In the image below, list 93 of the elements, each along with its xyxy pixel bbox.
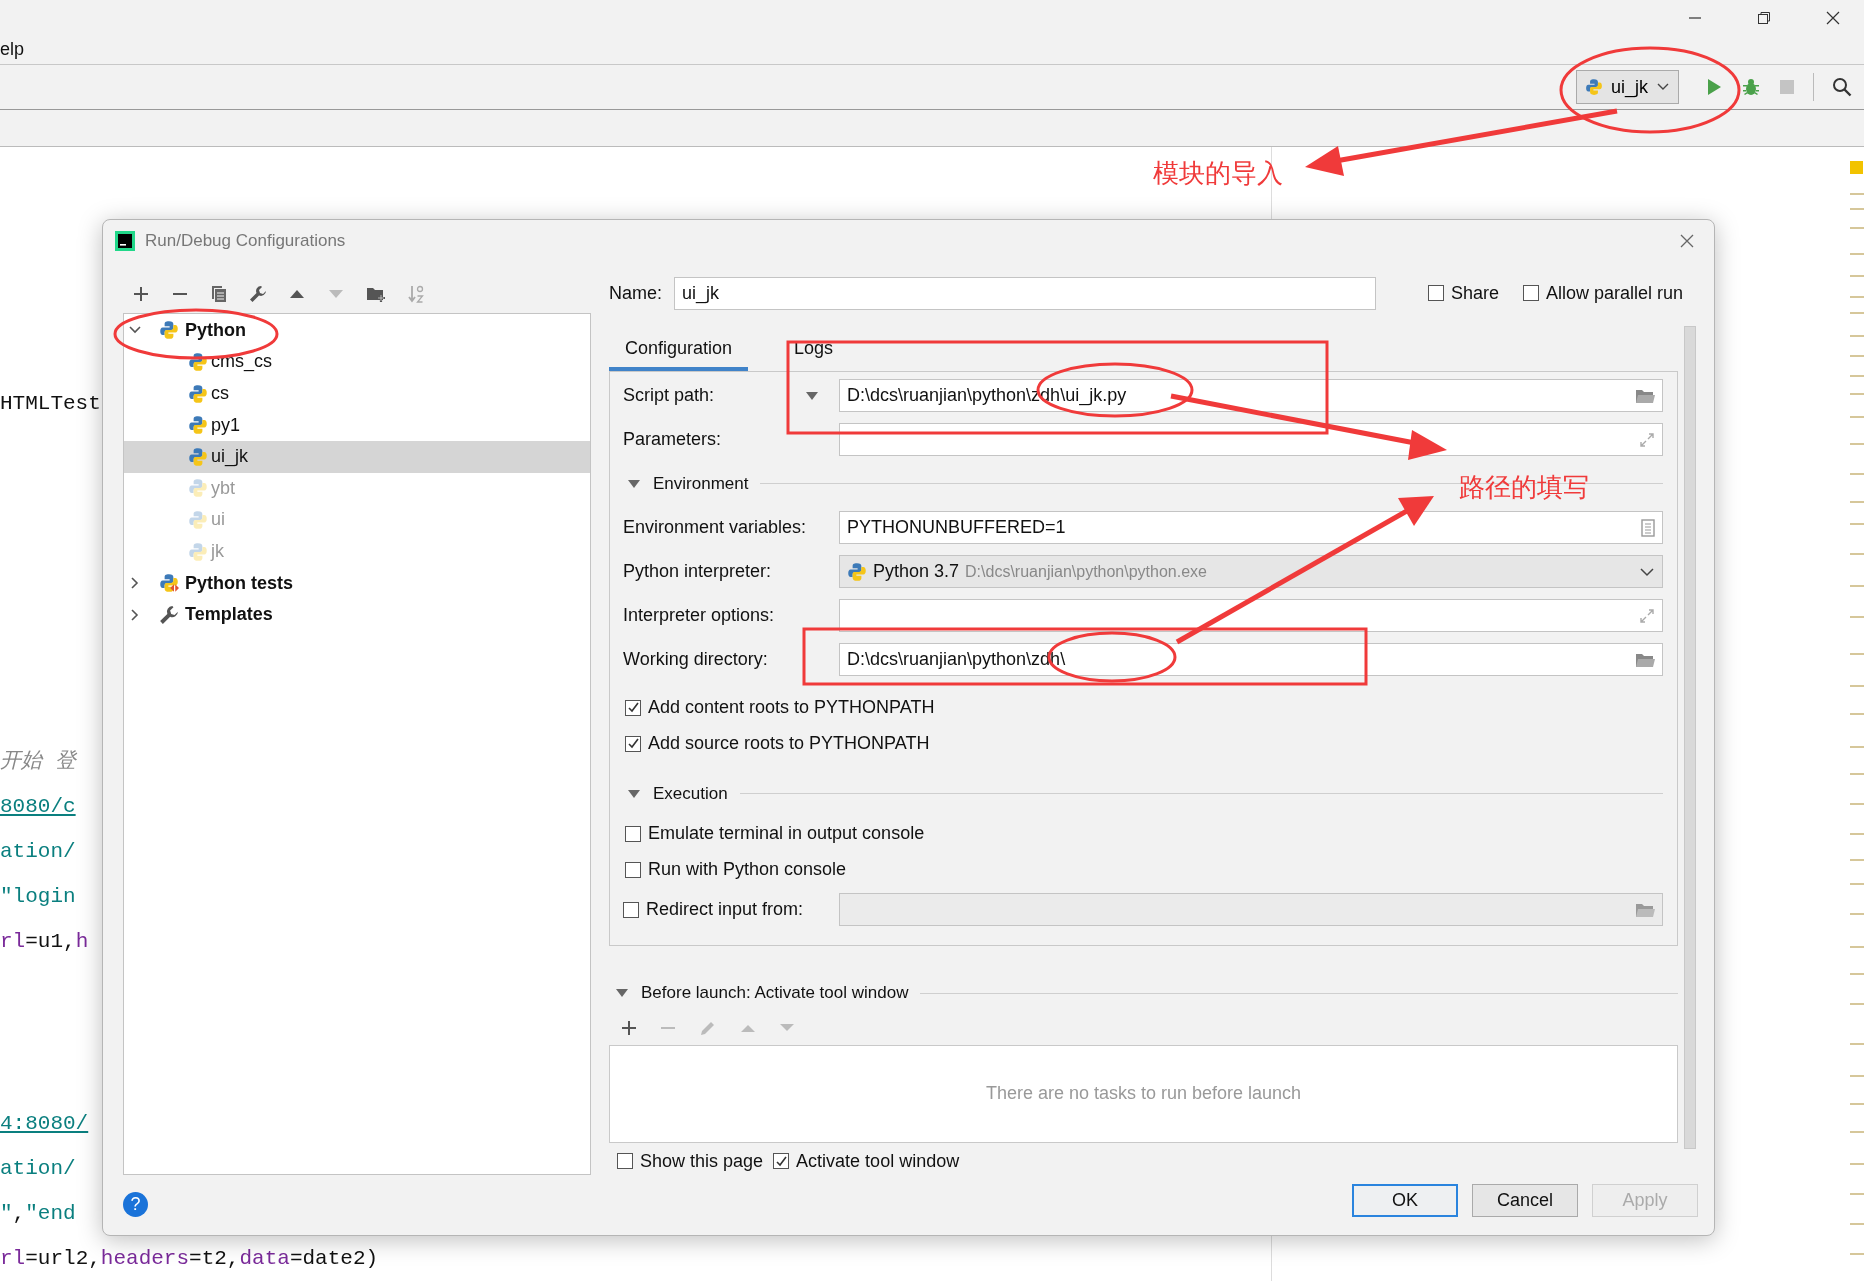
python-icon [188, 478, 208, 499]
debug-icon[interactable] [1741, 77, 1761, 97]
python-icon [847, 561, 867, 582]
python-icon [188, 383, 208, 404]
code-line: ation/ [0, 839, 76, 865]
tab[interactable]: Configuration [609, 329, 749, 371]
tree-item[interactable]: Python [124, 314, 590, 347]
tree-item[interactable]: py1 [124, 409, 590, 441]
collapse-triangle-icon[interactable] [627, 477, 641, 490]
checkbox-label: Show this page [640, 1150, 764, 1172]
close-icon[interactable] [1826, 10, 1840, 25]
copy-icon[interactable] [210, 284, 228, 303]
wrench-icon [159, 604, 179, 625]
field-label: Working directory: [623, 649, 768, 671]
annotation-text: 模块的导入 [1153, 157, 1283, 190]
checkbox[interactable] [625, 699, 641, 716]
input-field[interactable] [839, 599, 1663, 633]
menu-item[interactable]: elp [0, 39, 25, 60]
code-line: 8080/c [0, 794, 76, 820]
code-line: ″login [0, 884, 76, 910]
field-label: Environment variables: [623, 517, 807, 539]
annotation-text: 路径的填写 [1459, 471, 1589, 504]
folder-icon[interactable] [1635, 387, 1655, 404]
tree-item[interactable]: cs [124, 377, 590, 410]
folder-icon [1635, 901, 1655, 918]
dropdown-triangle-icon[interactable] [805, 390, 819, 401]
field-label: Python interpreter: [623, 561, 772, 583]
checkbox[interactable] [625, 861, 641, 878]
dialog-title: Run/Debug Configurations [145, 231, 346, 252]
checkbox[interactable] [1428, 285, 1444, 302]
scrollbar[interactable] [1684, 325, 1696, 1149]
tab[interactable]: Logs [778, 329, 850, 371]
dialog-button[interactable]: OK [1352, 1184, 1458, 1218]
checkbox-label: Share [1451, 282, 1500, 304]
input-field[interactable]: PYTHONUNBUFFERED=1 [839, 511, 1663, 545]
field-label: Parameters: [623, 429, 722, 451]
name-label: Name: [609, 282, 662, 304]
checkbox-option[interactable]: Redirect input from: [623, 899, 839, 921]
search-icon[interactable] [1832, 77, 1852, 97]
dialog-button[interactable]: Cancel [1472, 1184, 1578, 1218]
section-title: Execution [653, 783, 728, 804]
checkbox[interactable] [625, 825, 641, 842]
python-icon [188, 352, 208, 372]
code-line: ation/ [0, 1156, 76, 1182]
folder-icon[interactable] [1635, 651, 1655, 668]
python-test-icon [159, 573, 179, 594]
field-value: PYTHONUNBUFFERED=1 [847, 517, 1066, 539]
python-icon [188, 509, 208, 530]
input-field[interactable] [839, 893, 1663, 927]
close-icon[interactable] [1680, 234, 1694, 249]
python-icon [188, 446, 208, 467]
code-line: rl=url2,headers=t2,data=date2) [0, 1246, 379, 1272]
interpreter-name: Python 3.7 [873, 561, 960, 583]
add-icon[interactable] [621, 1019, 637, 1036]
empty-message: There are no tasks to run before launch [985, 1083, 1302, 1105]
section-title: Before launch: Activate tool window [641, 983, 909, 1004]
run-config-dropdown[interactable]: ui_jk [1575, 70, 1679, 104]
code-line: 4:8080/ [0, 1111, 89, 1137]
python-icon [1584, 78, 1603, 96]
code-line: rl=u1,h [0, 929, 89, 955]
collapse-triangle-icon[interactable] [627, 787, 641, 800]
field-label: Script path: [623, 385, 715, 407]
caret-icon [1656, 82, 1670, 92]
help-button[interactable]: ? [123, 1192, 148, 1218]
tree-item[interactable]: ui_jk [124, 440, 590, 473]
name-field[interactable]: ui_jk [674, 276, 1376, 310]
wrench-icon[interactable] [249, 284, 267, 303]
input-field[interactable] [839, 423, 1663, 457]
tree-item[interactable]: Python tests [124, 567, 590, 599]
checkbox[interactable] [623, 901, 639, 918]
python-icon [188, 541, 208, 562]
code-line: ″,″end [0, 1201, 76, 1227]
interpreter-path: D:\dcs\ruanjian\python\python.exe [965, 562, 1207, 581]
checkbox-label: Redirect input from: [646, 899, 804, 921]
tree-item[interactable]: Templates [124, 598, 590, 631]
run-icon[interactable] [1705, 77, 1723, 97]
chevron-down-icon [1639, 566, 1655, 577]
checkbox-option[interactable]: Show this page [617, 1150, 764, 1172]
checkbox[interactable] [625, 735, 641, 752]
app-logo-icon [115, 231, 135, 252]
checkbox[interactable] [773, 1153, 790, 1170]
field-label: Interpreter options: [623, 605, 775, 627]
checkbox[interactable] [1523, 285, 1540, 302]
code-line: 开始 登 [0, 749, 76, 775]
python-icon [188, 415, 208, 436]
add-icon[interactable] [132, 284, 150, 303]
restore-icon[interactable] [1757, 10, 1771, 25]
python-icon [159, 320, 179, 341]
section-title: Environment [653, 473, 749, 494]
interpreter-dropdown[interactable]: Python 3.7 D:\dcs\ruanjian\python\python.exe [839, 555, 1663, 589]
code-line: HTMLTest [0, 391, 101, 417]
checkbox[interactable] [617, 1153, 633, 1170]
checkbox-option[interactable]: Share [1428, 282, 1500, 304]
